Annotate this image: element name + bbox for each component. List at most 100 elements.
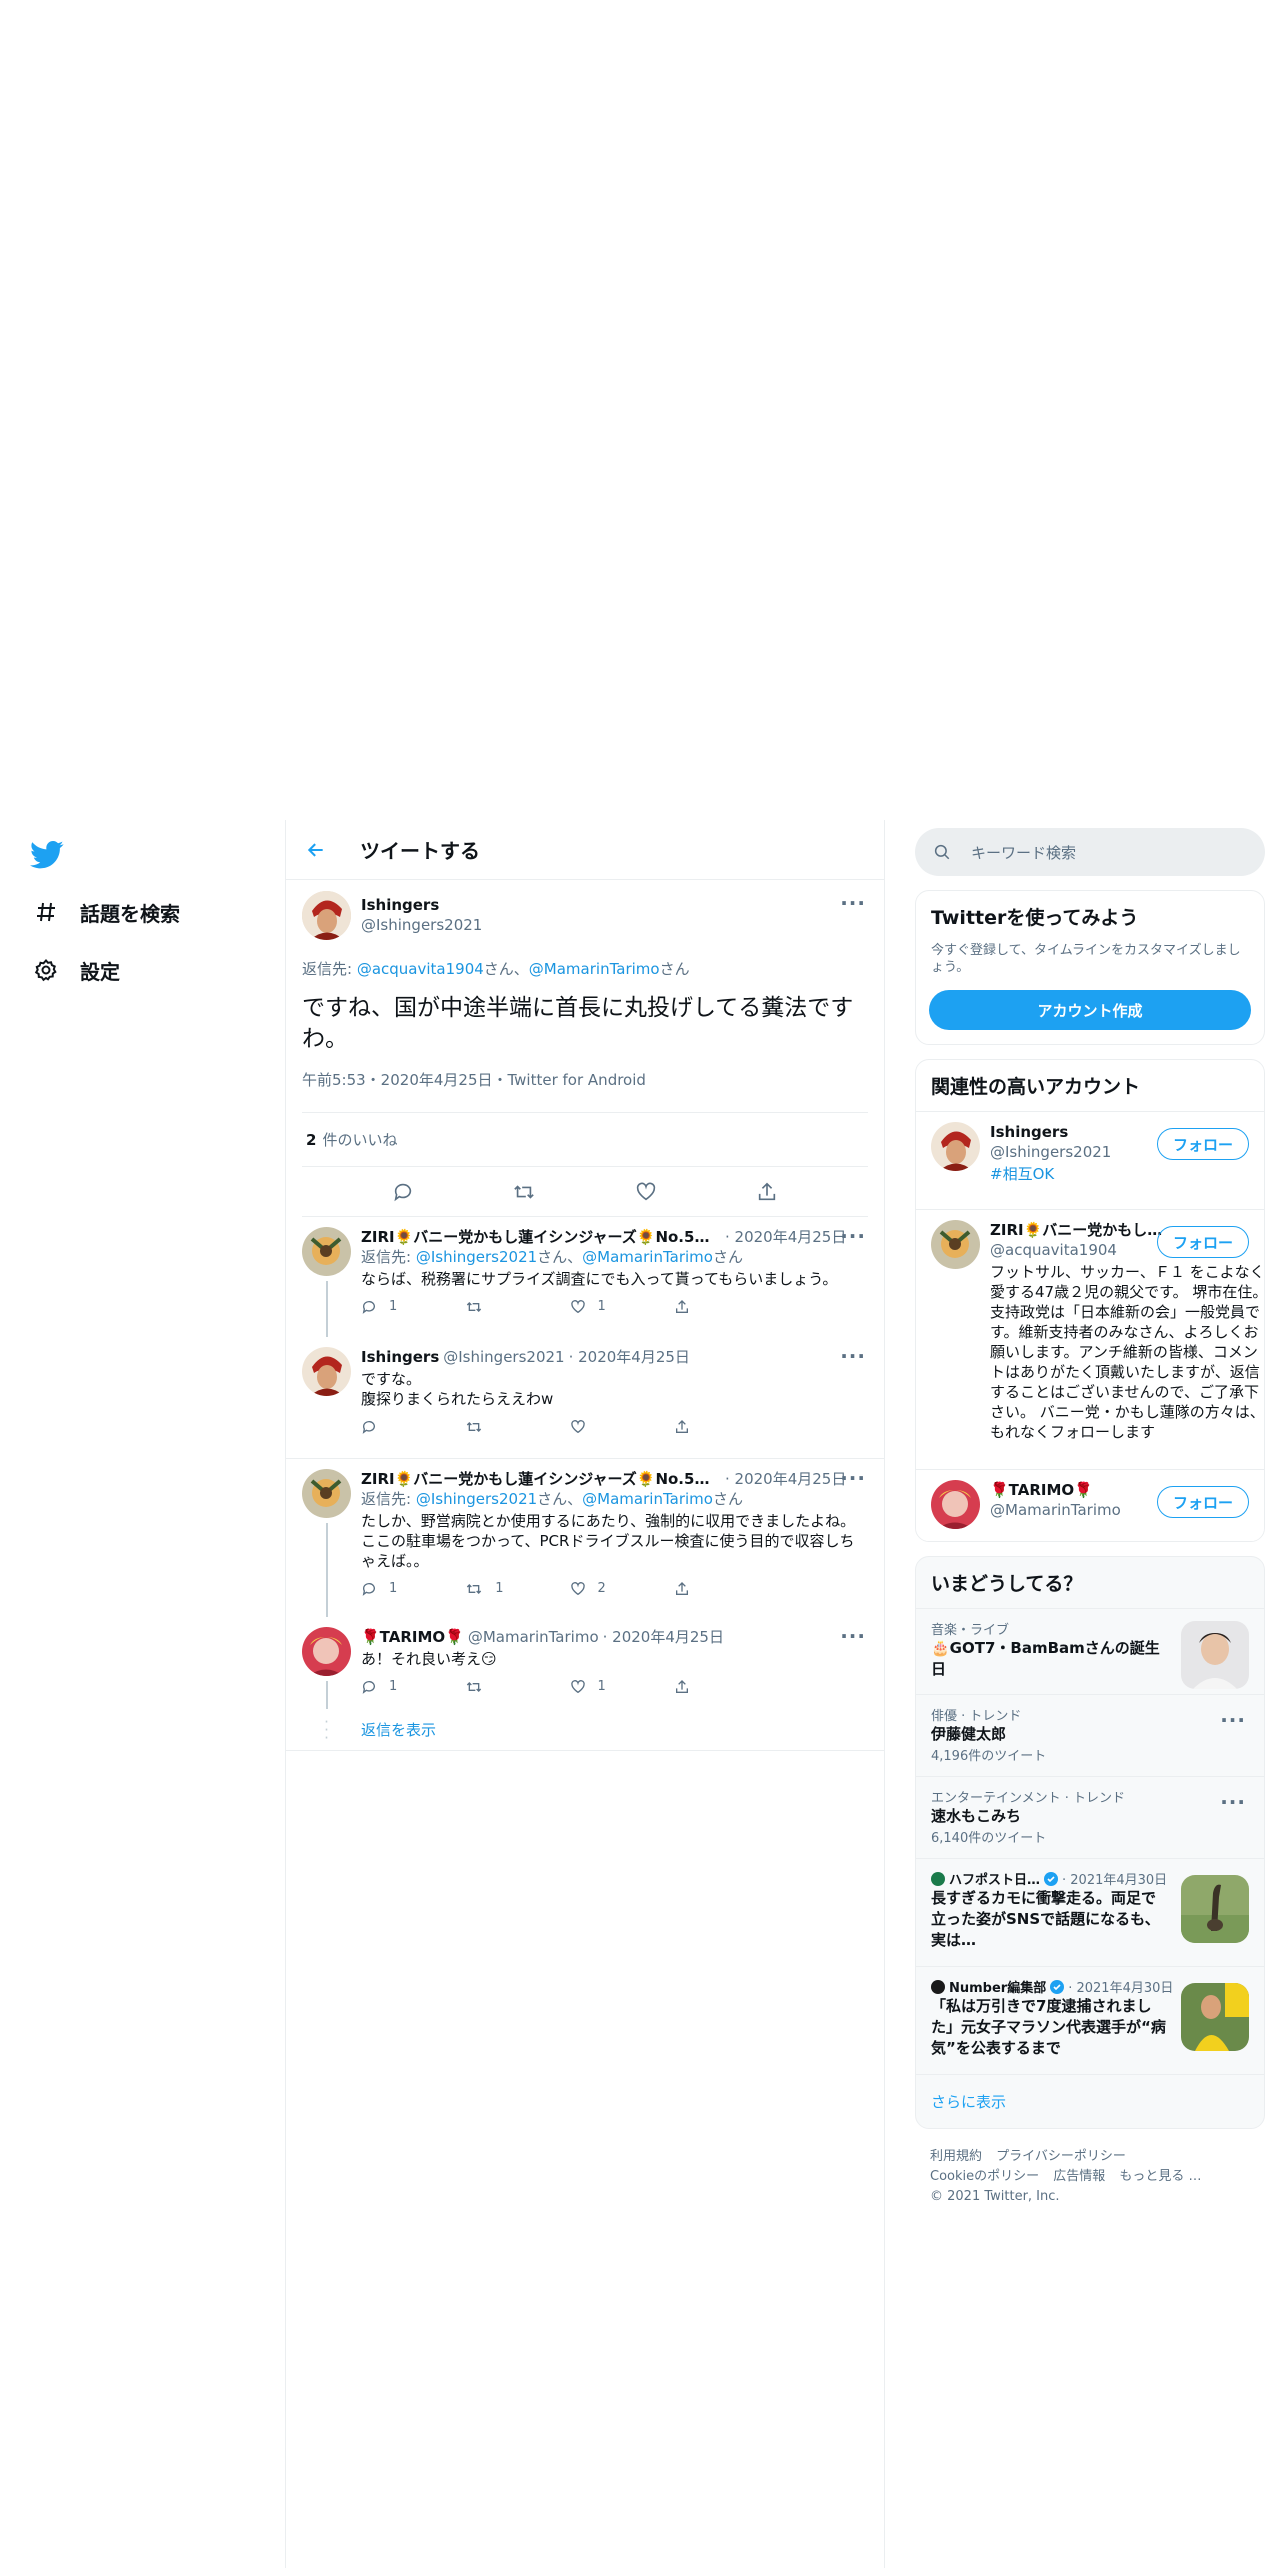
share-button[interactable] [674, 1299, 778, 1315]
reply-date[interactable]: · 2020年4月25日 [603, 1627, 724, 1647]
avatar[interactable] [302, 890, 351, 940]
trend-item[interactable]: 音楽・ライブ 🎂GOT7・BamBamさんの誕生日 [916, 1608, 1264, 1694]
reply-prefix: 返信先: [361, 1248, 416, 1266]
share-button[interactable] [674, 1679, 778, 1695]
account-handle: @MamarinTarimo [990, 1501, 1121, 1519]
reply-tweet[interactable]: ZIRI🌻バニー党かもし蓮イシンジャーズ🌻No.5だ… · 2020年4月25日… [286, 1459, 884, 1617]
more-options-icon[interactable]: ··· [840, 1226, 866, 1246]
more-options-icon[interactable]: ··· [840, 1626, 866, 1646]
reply-tweet[interactable]: Ishingers @Ishingers2021 · 2020年4月25日 です… [286, 1337, 884, 1459]
reply-handle[interactable]: @MamarinTarimo [468, 1627, 599, 1647]
retweet-button[interactable]: 1 [465, 1579, 569, 1599]
reply-button[interactable] [361, 1419, 465, 1435]
twitter-logo-icon[interactable] [30, 840, 64, 870]
reply-tweet[interactable]: ZIRI🌻バニー党かもし蓮イシンジャーズ🌻No.5だ… · 2020年4月25日… [286, 1217, 884, 1337]
avatar[interactable] [302, 1347, 351, 1396]
show-more-link[interactable]: さらに表示 [916, 2074, 1264, 2128]
like-button[interactable] [570, 1419, 674, 1435]
reply-user-link[interactable]: @MamarinTarimo [582, 1490, 713, 1508]
more-options-icon[interactable]: ··· [840, 893, 866, 913]
reply-actions: 1 1 2 [361, 1571, 868, 1607]
author-handle[interactable]: @Ishingers2021 [361, 915, 482, 935]
account-item[interactable]: 🌹TARIMO🌹 @MamarinTarimo フォロー [916, 1469, 1264, 1541]
reply-user-link[interactable]: @MamarinTarimo [582, 1248, 713, 1266]
share-icon [675, 1680, 688, 1693]
like-button[interactable]: 1 [570, 1297, 674, 1317]
show-replies-link[interactable]: · · · 返信を表示 [286, 1709, 884, 1751]
search-input[interactable]: キーワード検索 [915, 828, 1265, 876]
avatar[interactable] [931, 1480, 980, 1529]
reply-date[interactable]: · 2020年4月25日 [725, 1227, 846, 1247]
avatar[interactable] [302, 1469, 351, 1518]
share-icon [675, 1582, 688, 1595]
reply-handle[interactable]: @Ishingers2021 [443, 1347, 564, 1367]
retweet-icon[interactable] [511, 1179, 537, 1205]
reply-tweet[interactable]: 🌹TARIMO🌹 @MamarinTarimo · 2020年4月25日 あ！そ… [286, 1617, 884, 1709]
reply-date[interactable]: · 2020年4月25日 [569, 1347, 690, 1367]
reply-button[interactable]: 1 [361, 1677, 465, 1697]
verified-icon [1050, 1979, 1065, 1994]
share-button[interactable] [674, 1419, 778, 1435]
reply-date[interactable]: · 2020年4月25日 [725, 1469, 846, 1489]
reply-user-link[interactable]: @Ishingers2021 [416, 1490, 537, 1508]
author-name[interactable]: Ishingers [361, 895, 482, 915]
reply-actions: 1 1 [361, 1669, 868, 1705]
like-count: 1 [597, 1679, 606, 1694]
signup-title: Twitterを使ってみよう [931, 907, 1139, 929]
tweet-meta[interactable]: 午前5:53・2020年4月25日・Twitter for Android [302, 1069, 868, 1113]
follow-button[interactable]: フォロー [1157, 1486, 1249, 1518]
reply-user-link[interactable]: @acquavita1904 [357, 960, 484, 978]
right-sidebar: キーワード検索 Twitterを使ってみよう 今すぐ登録して、タイムラインをカス… [915, 828, 1265, 2225]
reply-icon[interactable] [390, 1179, 416, 1205]
reply-button[interactable]: 1 [361, 1579, 465, 1599]
avatar[interactable] [931, 1220, 980, 1269]
news-item[interactable]: Number編集部 · 2021年4月30日 「私は万引きで7度逮捕されました」… [916, 1966, 1264, 2074]
like-button[interactable]: 1 [570, 1677, 674, 1697]
footer-link[interactable]: 広告情報 [1053, 2169, 1105, 2184]
reply-author-name[interactable]: ZIRI🌻バニー党かもし蓮イシンジャーズ🌻No.5だ… [361, 1469, 721, 1489]
account-bio[interactable]: #相互OK [990, 1164, 1139, 1184]
follow-button[interactable]: フォロー [1157, 1226, 1249, 1258]
reply-button[interactable]: 1 [361, 1297, 465, 1317]
create-account-button[interactable]: アカウント作成 [929, 990, 1251, 1030]
news-image [1181, 1983, 1249, 2051]
share-button[interactable] [674, 1581, 778, 1597]
reply-text: たしか、野営病院とか使用するにあたり、強制的に収用できましたよね。ここの駐車場を… [361, 1512, 856, 1570]
reply-author-name[interactable]: ZIRI🌻バニー党かもし蓮イシンジャーズ🌻No.5だ… [361, 1227, 721, 1247]
retweet-button[interactable] [465, 1299, 569, 1315]
retweet-button[interactable] [465, 1679, 569, 1695]
follow-button[interactable]: フォロー [1157, 1128, 1249, 1160]
like-button[interactable]: 2 [570, 1579, 674, 1599]
avatar[interactable] [302, 1627, 351, 1676]
likes-summary[interactable]: 2 件のいいね [302, 1113, 868, 1167]
account-item[interactable]: Ishingers @Ishingers2021 #相互OK フォロー [916, 1111, 1264, 1209]
reply-icon [362, 1421, 375, 1434]
footer-link[interactable]: 利用規約 [930, 2149, 982, 2164]
reply-user-link[interactable]: @Ishingers2021 [416, 1248, 537, 1266]
account-item[interactable]: ZIRI🌻バニー党かもし… @acquavita1904 フットサル、サッカー、… [916, 1209, 1264, 1469]
more-options-icon[interactable]: ··· [840, 1468, 866, 1488]
trend-item[interactable]: エンターテインメント · トレンド 速水もこみち 6,140件のツイート ··· [916, 1776, 1264, 1858]
avatar[interactable] [302, 1227, 351, 1276]
footer-link[interactable]: Cookieのポリシー [930, 2169, 1039, 2184]
page-title: ツイートする [360, 839, 480, 863]
footer-link[interactable]: プライバシーポリシー [996, 2149, 1126, 2164]
avatar[interactable] [931, 1122, 980, 1171]
retweet-button[interactable] [465, 1419, 569, 1435]
nav-settings[interactable]: 設定 [32, 948, 120, 992]
nav-explore[interactable]: 話題を検索 [32, 890, 180, 934]
reply-author-name[interactable]: Ishingers [361, 1347, 439, 1367]
reply-user-link[interactable]: @MamarinTarimo [529, 960, 660, 978]
share-icon[interactable] [754, 1179, 780, 1205]
more-options-icon[interactable]: ··· [1220, 1792, 1246, 1812]
more-options-icon[interactable]: ··· [840, 1346, 866, 1366]
reply-author-name[interactable]: 🌹TARIMO🌹 [361, 1627, 464, 1647]
footer-link[interactable]: もっと見る … [1119, 2169, 1201, 2184]
news-item[interactable]: ハフポスト日… · 2021年4月30日 長すぎるカモに衝撃走る。両足で立った姿… [916, 1858, 1264, 1966]
reply-prefix: 返信先: [361, 1490, 416, 1508]
trend-item[interactable]: 俳優 · トレンド 伊藤健太郎 4,196件のツイート ··· [916, 1694, 1264, 1776]
more-options-icon[interactable]: ··· [1220, 1710, 1246, 1730]
news-source: ハフポスト日… [949, 1873, 1041, 1888]
like-icon[interactable] [633, 1179, 659, 1205]
back-arrow-icon[interactable] [302, 836, 330, 864]
